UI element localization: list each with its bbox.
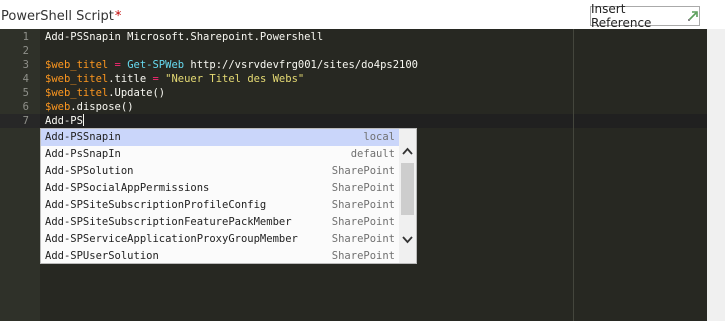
text-cursor xyxy=(82,114,84,126)
line-number: 2 xyxy=(22,45,29,57)
code-token: .title xyxy=(108,73,153,85)
chevron-up-icon[interactable] xyxy=(399,143,416,160)
autocomplete-item-source: default xyxy=(350,148,395,160)
code-token: "Neuer Titel des Webs" xyxy=(165,73,305,85)
code-token: .Update() xyxy=(108,87,166,99)
autocomplete-item-source: SharePoint xyxy=(331,216,395,228)
autocomplete-item-source: SharePoint xyxy=(331,165,395,177)
code-line[interactable]: Add-PSSnapin Microsoft.Sharepoint.Powers… xyxy=(45,30,323,44)
autocomplete-item-name: Add-SPUserSolution xyxy=(45,250,159,262)
code-token: $web_titel xyxy=(45,59,109,71)
autocomplete-scrollbar[interactable] xyxy=(399,129,416,263)
autocomplete-item-name: Add-SPSolution xyxy=(45,165,134,177)
code-token: $web xyxy=(45,101,71,113)
print-margin xyxy=(573,29,574,321)
field-label-text: PowerShell Script xyxy=(1,9,114,24)
autocomplete-popup[interactable]: Add-PSSnapin local Add-PsSnapIn default Add-… xyxy=(40,128,417,264)
autocomplete-item-name: Add-SPSiteSubscriptionProfileConfig xyxy=(45,199,267,211)
code-token: http://vsrvdevfrg001/sites/do4ps2100 xyxy=(184,59,419,71)
required-marker: * xyxy=(114,9,122,24)
code-token: .dispose() xyxy=(70,101,134,113)
autocomplete-item-source: SharePoint xyxy=(331,199,395,211)
editor-scrollbar[interactable] xyxy=(707,29,725,321)
code-line[interactable]: Add-PS xyxy=(45,114,84,128)
autocomplete-item-source: local xyxy=(363,131,395,143)
code-line[interactable]: $web_titel.Update() xyxy=(45,86,165,100)
line-number: 7 xyxy=(22,115,29,127)
line-number: 1 xyxy=(22,31,29,43)
autocomplete-item-name: Add-SPServiceApplicationProxyGroupMember xyxy=(45,233,298,245)
code-token: Add-PS xyxy=(45,115,83,127)
insert-reference-button[interactable]: Insert Reference xyxy=(590,2,700,30)
line-number: 5 xyxy=(22,87,29,99)
autocomplete-item-source: SharePoint xyxy=(331,250,395,262)
field-label: PowerShell Script* xyxy=(1,9,121,24)
autocomplete-item[interactable]: Add-SPSiteSubscriptionProfileConfig Share… xyxy=(41,197,399,214)
line-number: 4 xyxy=(22,73,29,85)
active-line-highlight xyxy=(40,114,707,128)
code-token: $web_titel xyxy=(45,73,109,85)
autocomplete-item-name: Add-SPSocialAppPermissions xyxy=(45,182,210,194)
code-line[interactable]: $web_titel.title = "Neuer Titel des Webs… xyxy=(45,72,304,86)
autocomplete-item-source: SharePoint xyxy=(331,233,395,245)
line-number: 6 xyxy=(22,101,29,113)
autocomplete-item[interactable]: Add-SPSiteSubscriptionFeaturePackMember S… xyxy=(41,214,399,231)
autocomplete-item-name: Add-PsSnapIn xyxy=(45,148,121,160)
autocomplete-item[interactable]: Add-PsSnapIn default xyxy=(41,146,399,163)
code-line[interactable]: $web_titel = Get-SPWeb http://vsrvdevfrg… xyxy=(45,58,418,72)
insert-reference-label: Insert Reference xyxy=(591,2,652,30)
chevron-down-icon[interactable] xyxy=(399,231,416,248)
autocomplete-item[interactable]: Add-SPSolution SharePoint xyxy=(41,163,399,180)
autocomplete-item-name: Add-PSSnapin xyxy=(45,131,121,143)
autocomplete-item[interactable]: Add-SPSocialAppPermissions SharePoint xyxy=(41,180,399,197)
autocomplete-item-name: Add-SPSiteSubscriptionFeaturePackMember xyxy=(45,216,292,228)
autocomplete-item[interactable]: Add-SPServiceApplicationProxyGroupMember… xyxy=(41,231,399,248)
autocomplete-item[interactable]: Add-PSSnapin local xyxy=(41,129,399,146)
code-token: $web_titel xyxy=(45,87,109,99)
code-line[interactable]: $web.dispose() xyxy=(45,100,134,114)
line-number: 3 xyxy=(22,59,29,71)
autocomplete-item[interactable]: Add-SPUserSolution SharePoint xyxy=(41,248,399,263)
autocomplete-scroll-thumb[interactable] xyxy=(401,163,414,215)
code-token: Get-SPWeb xyxy=(127,59,185,71)
external-link-icon xyxy=(687,10,699,22)
code-token: Add-PSSnapin Microsoft.Sharepoint.Powers… xyxy=(45,31,324,43)
autocomplete-item-source: SharePoint xyxy=(331,182,395,194)
